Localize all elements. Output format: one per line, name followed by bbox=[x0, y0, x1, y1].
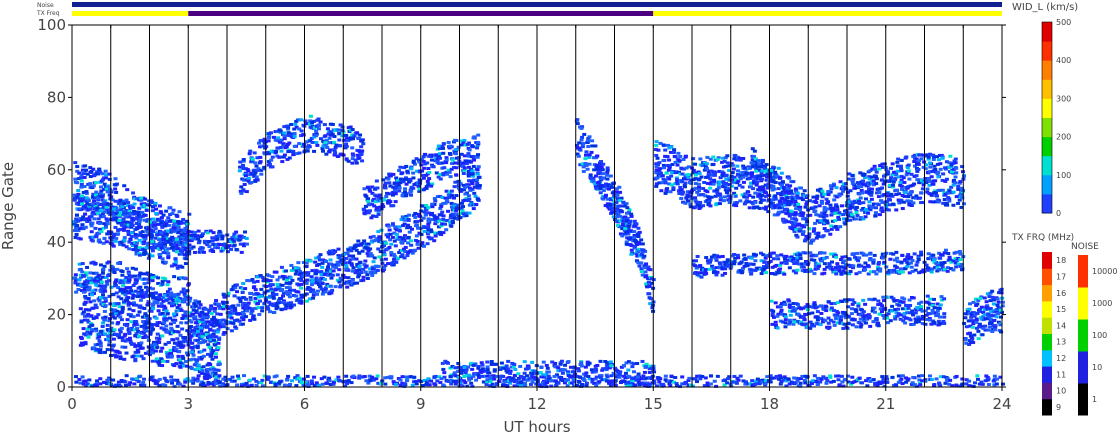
x-tick-label-6: 18 bbox=[760, 395, 779, 413]
txfreq-scale-swatch-7 bbox=[1042, 284, 1052, 302]
y-tick-label-2: 40 bbox=[47, 233, 66, 251]
txfreq-scale-swatch-1 bbox=[1042, 382, 1052, 400]
txfreq-segment-0 bbox=[72, 11, 189, 16]
x-tick-label-7: 21 bbox=[876, 395, 895, 413]
noise-strip bbox=[72, 2, 1002, 7]
width-scale-swatch-3 bbox=[1042, 136, 1052, 157]
txfreq-scale-swatch-6 bbox=[1042, 300, 1052, 318]
txfreq-scale-swatch-4 bbox=[1042, 333, 1052, 351]
txfreq-scale-swatch-2 bbox=[1042, 366, 1052, 383]
txfreq-scale-swatch-3 bbox=[1042, 349, 1052, 367]
plot-area: 0 3 6 9 12 15 18 21 24 0 20 40 60 80 100 UT hours Ran… bbox=[0, 16, 1012, 435]
noise-scale-swatch-0 bbox=[1078, 383, 1088, 416]
y-tick-label-3: 60 bbox=[47, 161, 66, 179]
noise-strip-label: Noise bbox=[37, 2, 54, 9]
txfreq-scale-tick-0: 9 bbox=[1056, 403, 1061, 412]
x-tick-label-1: 3 bbox=[183, 395, 193, 413]
txfreq-scale-swatch-0 bbox=[1042, 398, 1052, 416]
x-axis-label: UT hours bbox=[503, 418, 570, 435]
txfreq-scale-swatch-8 bbox=[1042, 268, 1052, 286]
y-tick-label-0: 0 bbox=[56, 378, 66, 396]
noise-scale-swatch-1 bbox=[1078, 351, 1088, 384]
txfreq-scale-tick-1: 10 bbox=[1056, 387, 1066, 396]
y-axis-label: Range Gate bbox=[0, 162, 17, 250]
x-tick-label-8: 24 bbox=[992, 395, 1011, 413]
txfreq-scale-tick-3: 12 bbox=[1056, 354, 1066, 363]
width-scale-swatch-1 bbox=[1042, 174, 1052, 195]
width-scale-tick-0: 0 bbox=[1056, 209, 1061, 218]
y-tick-label-5: 100 bbox=[37, 16, 66, 34]
noise-scale-tick-2: 100 bbox=[1092, 331, 1107, 340]
width-scale-tick-4: 400 bbox=[1056, 56, 1071, 65]
noise-scale-swatch-3 bbox=[1078, 287, 1088, 320]
txfreq-scale-tick-5: 14 bbox=[1056, 321, 1066, 330]
txfreq-scale-tick-8: 17 bbox=[1056, 272, 1066, 281]
width-scale-swatch-4 bbox=[1042, 117, 1052, 138]
noise-scale-tick-1: 10 bbox=[1092, 363, 1102, 372]
width-scale-title: WID_L (km/s) bbox=[1012, 2, 1078, 13]
x-tick-label-0: 0 bbox=[67, 395, 77, 413]
width-scale-swatch-2 bbox=[1042, 155, 1052, 176]
y-tick-label-4: 80 bbox=[47, 88, 66, 106]
noise-scale-tick-3: 1000 bbox=[1092, 299, 1112, 308]
top-strips: Noise TX Freq bbox=[36, 2, 1002, 17]
txfreq-scale-tick-6: 15 bbox=[1056, 305, 1066, 314]
x-tick-label-2: 6 bbox=[300, 395, 310, 413]
noise-scale-title: NOISE bbox=[1071, 242, 1099, 252]
txfreq-scale-tick-7: 16 bbox=[1056, 289, 1066, 298]
y-tick-label-1: 20 bbox=[47, 306, 66, 324]
width-scale-tick-1: 100 bbox=[1056, 171, 1071, 180]
noise-color-scale: NOISE 1 10 100 1000 10000 bbox=[1071, 242, 1117, 416]
x-tick-label-3: 9 bbox=[416, 395, 426, 413]
txfreq-segment-1 bbox=[188, 11, 654, 16]
width-scale-tick-3: 300 bbox=[1056, 94, 1071, 103]
txfreq-strip bbox=[72, 11, 1002, 16]
width-scale-tick-2: 200 bbox=[1056, 133, 1071, 142]
width-scale-swatch-6 bbox=[1042, 79, 1052, 99]
noise-scale-swatch-4 bbox=[1078, 255, 1088, 288]
txfreq-scale-swatch-9 bbox=[1042, 252, 1052, 269]
width-scale-swatch-9 bbox=[1042, 22, 1052, 42]
txfreq-scale-tick-9: 18 bbox=[1056, 256, 1066, 265]
x-tick-label-4: 12 bbox=[527, 395, 546, 413]
txfreq-scale-tick-2: 11 bbox=[1056, 370, 1066, 379]
width-scale-tick-5: 500 bbox=[1056, 18, 1071, 27]
width-scale-swatch-5 bbox=[1042, 98, 1052, 118]
txfreq-scale-swatch-5 bbox=[1042, 317, 1052, 334]
radar-range-time-plot: Noise TX Freq 0 3 6 9 12 15 18 21 24 02040608010… bbox=[0, 2, 1117, 435]
noise-scale-tick-4: 10000 bbox=[1092, 267, 1117, 276]
width-color-scale: WID_L (km/s) 0 100 200 300 400 500 bbox=[1012, 2, 1078, 218]
txfreq-color-scale: TX FRQ (MHz) 9 10 11 12 13 14 15 16 17 18 bbox=[1011, 233, 1074, 416]
width-scale-swatch-7 bbox=[1042, 60, 1052, 80]
txfreq-scale-title: TX FRQ (MHz) bbox=[1011, 233, 1074, 243]
txfreq-segment-2 bbox=[653, 11, 1002, 16]
txfreq-scale-tick-4: 13 bbox=[1056, 338, 1066, 347]
width-scale-swatch-8 bbox=[1042, 41, 1052, 61]
x-tick-label-5: 15 bbox=[644, 395, 663, 413]
noise-scale-swatch-2 bbox=[1078, 319, 1088, 352]
width-scale-swatch-0 bbox=[1042, 193, 1052, 214]
noise-scale-tick-0: 1 bbox=[1092, 395, 1097, 404]
